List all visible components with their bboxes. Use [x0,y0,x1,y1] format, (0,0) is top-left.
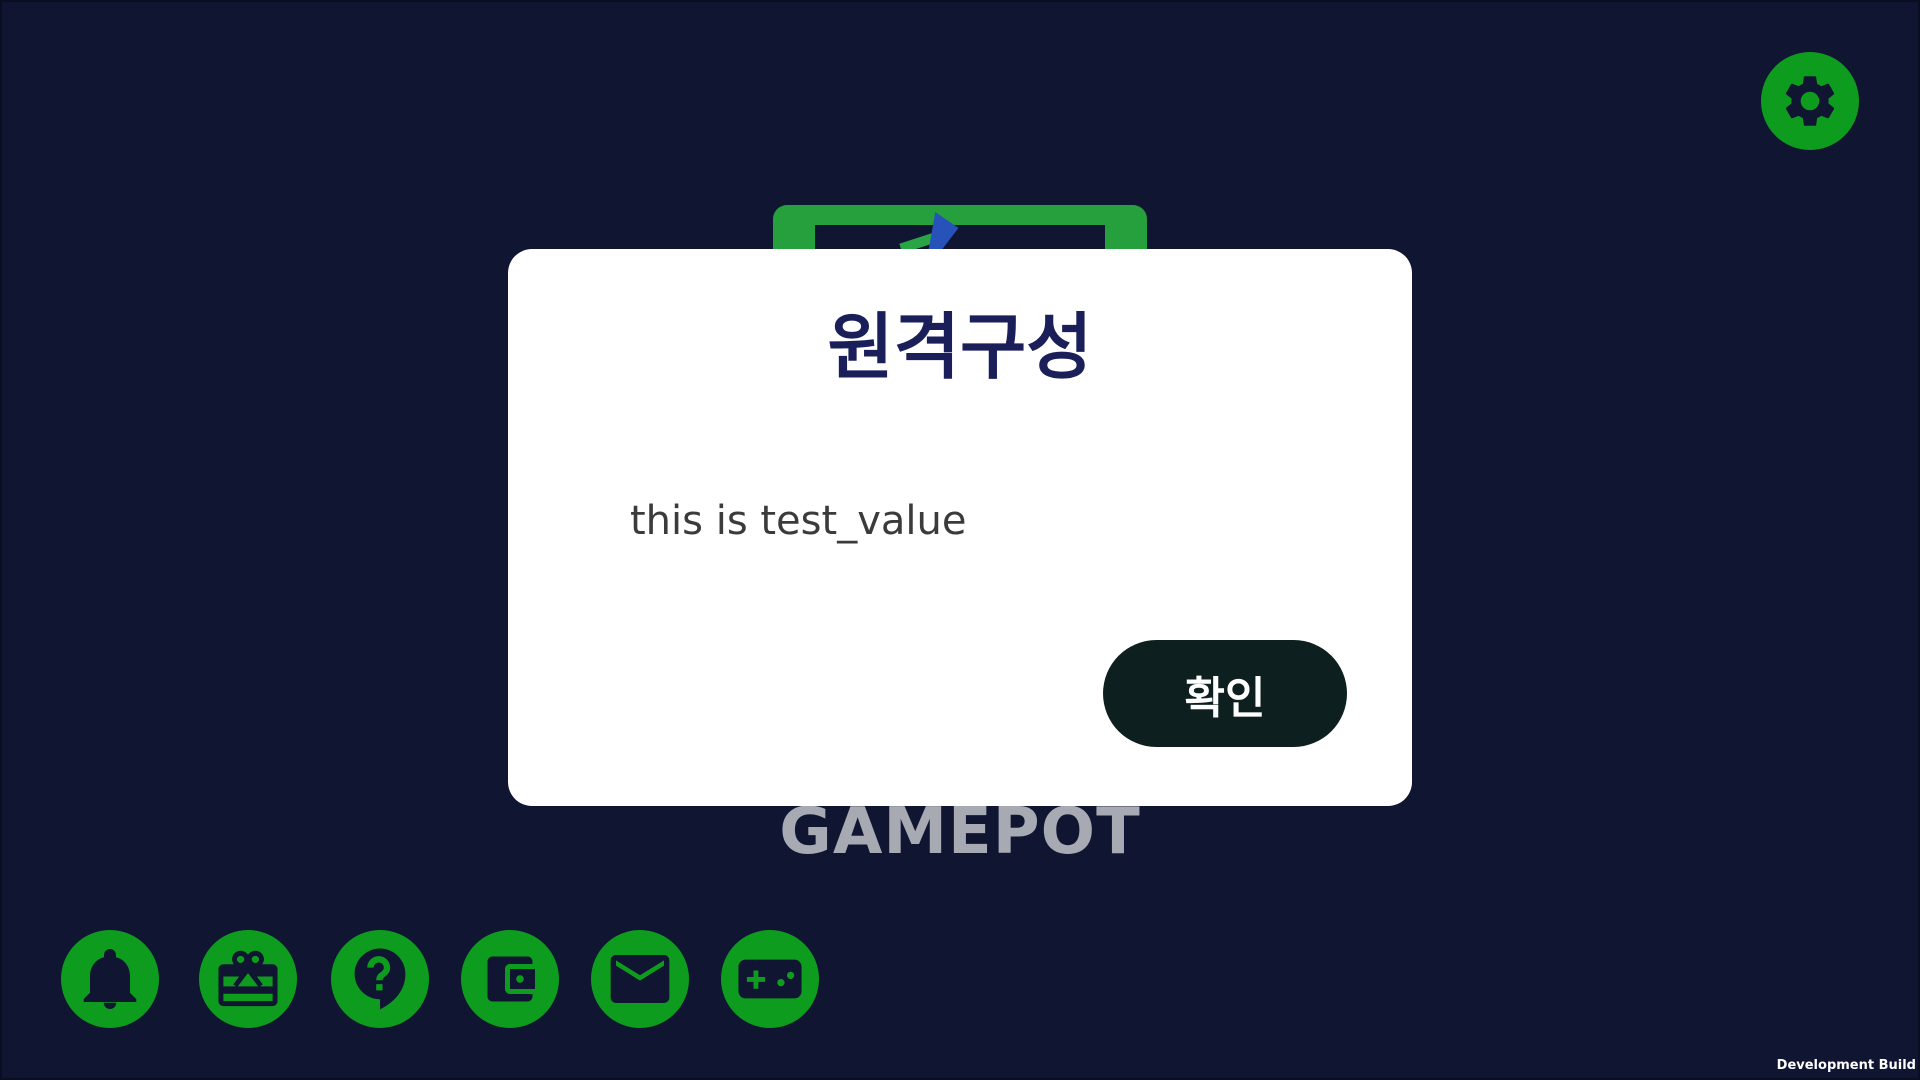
gamepad-icon [738,959,802,999]
wallet-icon [487,956,535,1002]
development-build-label: Development Build [1776,1058,1916,1073]
question-bubble-icon [354,948,406,1010]
remote-config-dialog: 원격구성 this is test_value 확인 [508,249,1412,806]
game-controller-button[interactable] [721,930,819,1028]
brand-logo-text: GAMEPOT [779,795,1141,869]
settings-button[interactable] [1761,52,1859,150]
purchase-button[interactable] [461,930,559,1028]
bell-icon [83,949,137,1009]
gear-icon [1785,76,1835,126]
coupon-button[interactable] [199,930,297,1028]
customer-support-button[interactable] [331,930,429,1028]
mail-button[interactable] [591,930,689,1028]
mail-icon [610,955,670,1003]
gift-box-icon [218,950,278,1007]
notice-button[interactable] [61,930,159,1028]
dialog-message: this is test_value [630,498,967,544]
confirm-button[interactable]: 확인 [1103,640,1347,747]
dialog-title: 원격구성 [827,305,1093,389]
game-screen: GAMEPOT 원격구성 this is test_value 확인 Devel… [0,0,1920,1080]
